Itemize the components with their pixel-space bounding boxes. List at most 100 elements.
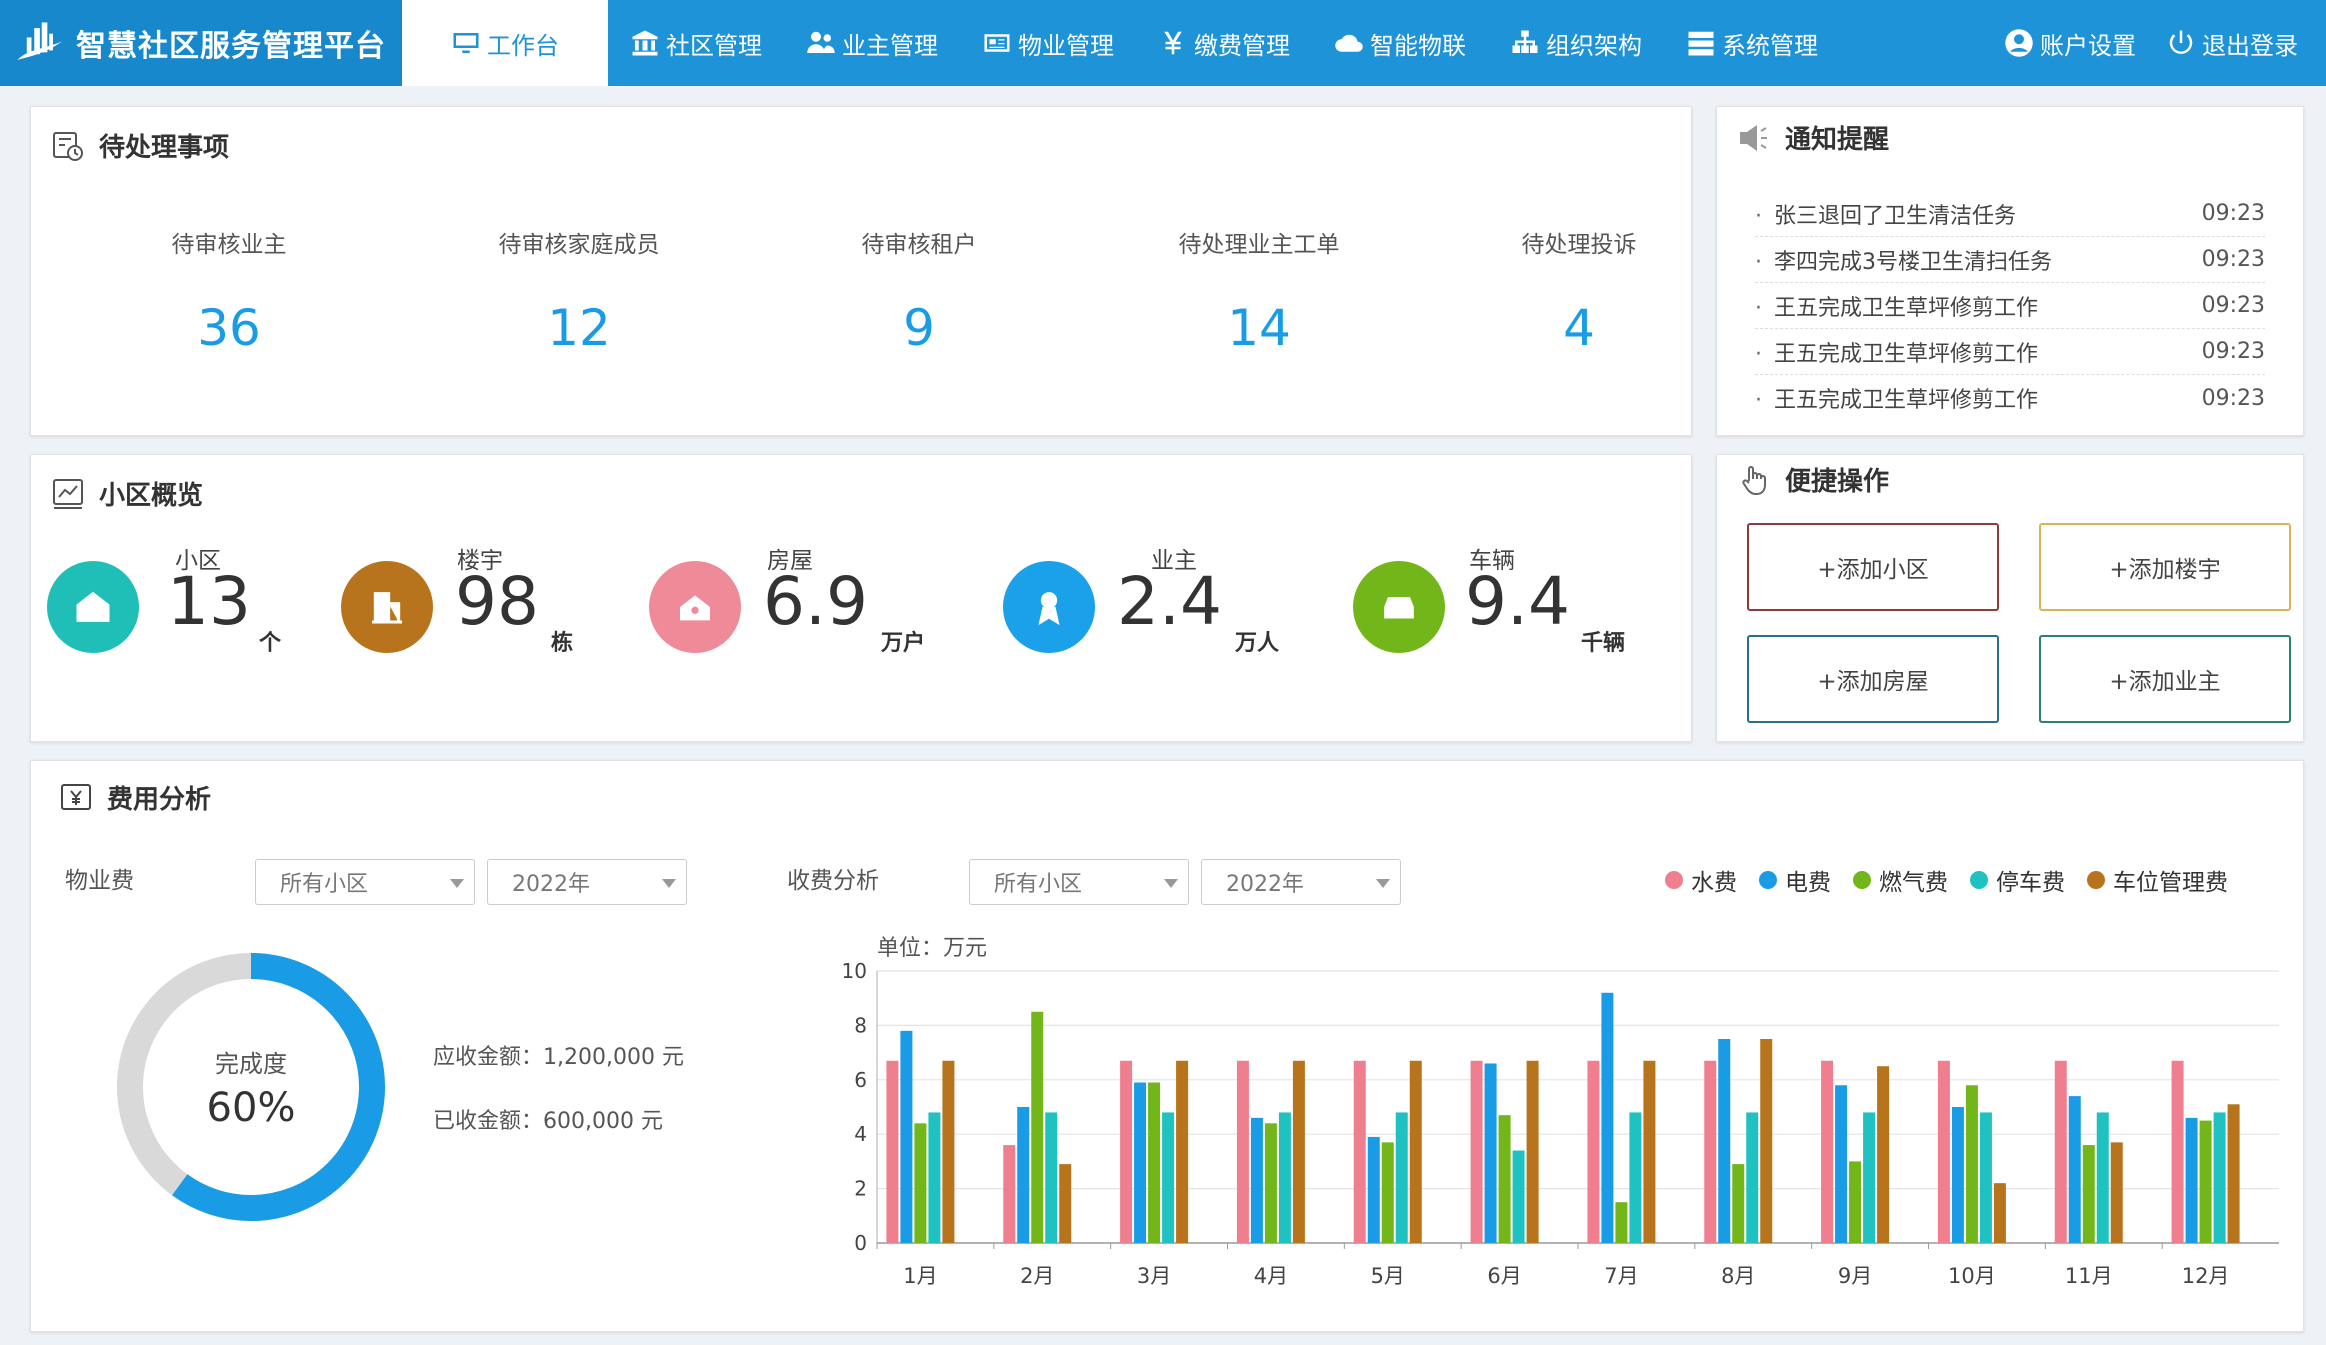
completion-donut: 完成度 60% — [103, 939, 399, 1235]
bar[interactable] — [2110, 1142, 2123, 1243]
nav-item-system[interactable]: 系统管理 — [1664, 0, 1840, 86]
legend-item[interactable]: 电费 — [1759, 863, 1831, 897]
nav-item-owners[interactable]: 业主管理 — [784, 0, 960, 86]
bar[interactable] — [2171, 1060, 2184, 1243]
property-year-select[interactable]: 2022年 — [487, 859, 687, 905]
add-owner-button[interactable]: +添加业主 — [2039, 635, 2291, 723]
bar[interactable] — [1512, 1150, 1525, 1243]
bar[interactable] — [1409, 1060, 1422, 1243]
bar[interactable] — [942, 1060, 955, 1243]
bar[interactable] — [1045, 1112, 1058, 1243]
bar[interactable] — [1367, 1136, 1380, 1243]
account-settings-button[interactable]: 账户设置 — [1984, 26, 2146, 61]
logout-button[interactable]: 退出登录 — [2146, 26, 2308, 61]
bar[interactable] — [2082, 1145, 2095, 1243]
bar[interactable] — [1863, 1112, 1876, 1243]
notification-item[interactable]: · 王五完成卫生草坪修剪工作 09:23 — [1755, 283, 2265, 329]
bar[interactable] — [1264, 1123, 1277, 1243]
bar[interactable] — [1629, 1112, 1642, 1243]
bar[interactable] — [1148, 1082, 1161, 1243]
collection-community-select[interactable]: 所有小区 — [969, 859, 1189, 905]
select-value: 2022年 — [1226, 872, 1304, 897]
nav-item-payment[interactable]: 缴费管理 — [1136, 0, 1312, 86]
bar[interactable] — [2227, 1104, 2240, 1243]
nav-item-organization[interactable]: 组织架构 — [1488, 0, 1664, 86]
pending-item-workorders[interactable]: 待处理业主工单 14 — [1109, 225, 1409, 357]
bar[interactable] — [1498, 1115, 1511, 1243]
bar[interactable] — [2199, 1120, 2212, 1243]
bar[interactable] — [1120, 1060, 1133, 1243]
add-building-button[interactable]: +添加楼宇 — [2039, 523, 2291, 611]
bar[interactable] — [2068, 1096, 2081, 1243]
bar[interactable] — [2096, 1112, 2109, 1243]
notification-item[interactable]: · 王五完成卫生草坪修剪工作 09:23 — [1755, 375, 2265, 421]
bar[interactable] — [1278, 1112, 1291, 1243]
y-tick-label: 10 — [842, 959, 867, 983]
notification-item[interactable]: · 王五完成卫生草坪修剪工作 09:23 — [1755, 329, 2265, 375]
collection-year-select[interactable]: 2022年 — [1201, 859, 1401, 905]
bar[interactable] — [2185, 1117, 2198, 1243]
bar[interactable] — [1059, 1164, 1072, 1243]
bar[interactable] — [1937, 1060, 1950, 1243]
bar[interactable] — [886, 1060, 899, 1243]
nav-item-iot[interactable]: 智能物联 — [1312, 0, 1488, 86]
legend-item[interactable]: 停车费 — [1970, 863, 2065, 897]
bar[interactable] — [1732, 1164, 1745, 1243]
bar[interactable] — [1965, 1085, 1978, 1243]
bar[interactable] — [1162, 1112, 1175, 1243]
bar[interactable] — [1031, 1011, 1044, 1243]
bar[interactable] — [1470, 1060, 1483, 1243]
bar[interactable] — [1704, 1060, 1717, 1243]
bar[interactable] — [900, 1030, 913, 1243]
nav-item-workbench[interactable]: 工作台 — [402, 0, 608, 86]
property-community-select[interactable]: 所有小区 — [255, 859, 475, 905]
bar[interactable] — [1250, 1117, 1263, 1243]
pending-item-tenants[interactable]: 待审核租户 9 — [769, 225, 1069, 357]
bar[interactable] — [1615, 1202, 1628, 1243]
bar[interactable] — [1017, 1107, 1030, 1243]
nav-item-community[interactable]: 社区管理 — [608, 0, 784, 86]
bar[interactable] — [1353, 1060, 1366, 1243]
legend-item[interactable]: 车位管理费 — [2087, 863, 2228, 897]
pending-item-complaints[interactable]: 待处理投诉 4 — [1429, 225, 1729, 357]
bar[interactable] — [1718, 1039, 1731, 1243]
bar[interactable] — [1236, 1060, 1249, 1243]
add-community-button[interactable]: +添加小区 — [1747, 523, 1999, 611]
add-house-button[interactable]: +添加房屋 — [1747, 635, 1999, 723]
bar[interactable] — [1849, 1161, 1862, 1243]
bar[interactable] — [1821, 1060, 1834, 1243]
pending-label: 待审核业主 — [171, 232, 287, 258]
bar[interactable] — [1760, 1039, 1773, 1243]
notification-item[interactable]: · 李四完成3号楼卫生清扫任务 09:23 — [1755, 237, 2265, 283]
pending-item-owners[interactable]: 待审核业主 36 — [79, 225, 379, 357]
legend-item[interactable]: 水费 — [1665, 863, 1737, 897]
bar[interactable] — [1587, 1060, 1600, 1243]
bar[interactable] — [1877, 1066, 1890, 1243]
bar[interactable] — [2054, 1060, 2067, 1243]
bar[interactable] — [1484, 1063, 1497, 1243]
bar[interactable] — [1835, 1085, 1848, 1243]
notification-time: 09:23 — [2201, 293, 2265, 318]
bar[interactable] — [1951, 1107, 1964, 1243]
bar[interactable] — [1643, 1060, 1656, 1243]
nav-item-property[interactable]: 物业管理 — [960, 0, 1136, 86]
notification-item[interactable]: · 张三退回了卫生清洁任务 09:23 — [1755, 191, 2265, 237]
overview-unit: 栋 — [551, 631, 574, 656]
bar[interactable] — [1176, 1060, 1189, 1243]
bar[interactable] — [1993, 1183, 2006, 1243]
bar[interactable] — [1395, 1112, 1408, 1243]
bar[interactable] — [1003, 1145, 1016, 1243]
bar[interactable] — [914, 1123, 927, 1243]
bar[interactable] — [1134, 1082, 1147, 1243]
bar[interactable] — [1292, 1060, 1305, 1243]
bar[interactable] — [1746, 1112, 1759, 1243]
brand[interactable]: 智慧社区服务管理平台 — [0, 0, 402, 86]
bar[interactable] — [1526, 1060, 1539, 1243]
bar[interactable] — [1381, 1142, 1394, 1243]
bar[interactable] — [1601, 992, 1614, 1243]
bar[interactable] — [928, 1112, 941, 1243]
pending-item-family[interactable]: 待审核家庭成员 12 — [429, 225, 729, 357]
bar[interactable] — [2213, 1112, 2226, 1243]
legend-item[interactable]: 燃气费 — [1853, 863, 1948, 897]
bar[interactable] — [1979, 1112, 1992, 1243]
